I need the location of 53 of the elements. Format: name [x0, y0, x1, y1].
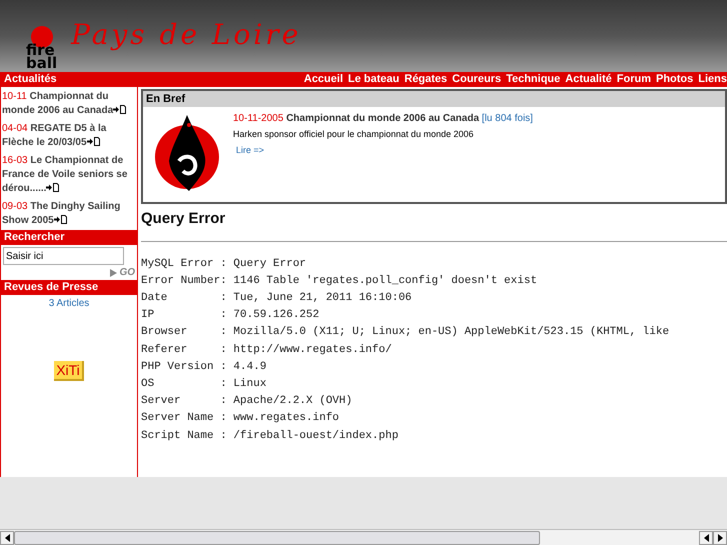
go-button[interactable]: GO — [119, 265, 135, 280]
logo-text: fire — [26, 44, 55, 57]
error-line: Script Name : /fireball-ouest/index.php — [141, 428, 400, 444]
nav-link[interactable]: Accueil — [304, 71, 344, 88]
news-date: 10-11-2005 — [233, 113, 284, 124]
news-item[interactable]: 10-11 Championnat du monde 2006 au Canada — [2, 90, 136, 118]
arrow-document-icon — [46, 183, 60, 192]
read-more-link[interactable]: Lire => — [233, 144, 533, 157]
error-line: Server Name : www.regates.info — [141, 411, 340, 426]
right-arrow-icon — [718, 534, 722, 542]
arrow-document-icon — [86, 137, 100, 146]
news-item[interactable]: 16-03 Le Championnat de France de Voile seniors se dérou...... — [2, 154, 136, 196]
read-count-link[interactable]: [lu 804 fois] — [482, 113, 533, 124]
news-item[interactable]: 09-03 The Dinghy Sailing Show 2005 — [2, 200, 136, 228]
nav-link[interactable]: Actualité — [565, 71, 612, 88]
error-line: MySQL Error : Query Error — [141, 256, 308, 272]
site-title: Pays de Loire — [71, 17, 302, 53]
nav-link[interactable]: Photos — [656, 71, 694, 88]
search-field[interactable]: Saisir ici — [3, 247, 124, 265]
nav-link[interactable]: Technique — [506, 71, 560, 88]
nav-link[interactable]: Forum — [616, 71, 651, 88]
error-line: IP : 70.59.126.252 — [141, 308, 320, 324]
brief-heading: En Bref — [143, 91, 725, 107]
error-title: Query Error — [141, 209, 226, 229]
error-line: PHP Version : 4.4.9 — [141, 360, 268, 375]
scroll-thumb[interactable] — [14, 530, 540, 544]
news-title: Championnat du monde 2006 au Canada — [286, 113, 480, 124]
error-line: OS : Linux — [141, 376, 268, 392]
nav-link[interactable]: Coureurs — [452, 71, 502, 88]
search-heading: Rechercher — [1, 230, 137, 245]
press-heading: Revues de Presse — [1, 280, 137, 295]
news-item[interactable]: 04-04 REGATE D5 à la Flèche le 20/03/05 — [2, 122, 136, 150]
arrow-document-icon — [113, 105, 126, 114]
error-line: Server : Apache/2.2.X (OVH) — [141, 394, 354, 410]
error-line: Referer : http://www.regates.info/ — [141, 342, 393, 358]
logo-text: ball — [26, 57, 58, 70]
section-title: Actualités — [4, 72, 57, 88]
error-line: Error Number: 1146 Table 'regates.poll_config' doesn't exist — [141, 274, 538, 289]
error-line: Browser : Mozilla/5.0 (X11; U; Linux; en-US) AppleWebKit/523.15 (KHTML, like — [141, 325, 670, 340]
scroll-right-button[interactable] — [713, 530, 727, 544]
arrow-document-icon — [54, 215, 67, 224]
nav-link[interactable]: Le bateau — [348, 71, 400, 88]
articles-link[interactable]: 3 Articles — [1, 296, 137, 311]
nav-link[interactable]: Régates — [404, 71, 448, 88]
news-summary: Harken sponsor officiel pour le championnat du monde 2006 — [233, 128, 474, 141]
scroll-left-button[interactable] — [699, 530, 713, 544]
error-line: Date : Tue, June 21, 2011 16:10:06 — [141, 290, 413, 306]
scroll-left-button[interactable] — [0, 530, 14, 544]
left-arrow-icon — [4, 534, 10, 542]
play-icon — [110, 268, 118, 276]
nav-link[interactable]: Liens — [698, 71, 727, 88]
counter-badge[interactable]: XiTi — [54, 361, 84, 381]
left-arrow-icon — [704, 534, 708, 542]
